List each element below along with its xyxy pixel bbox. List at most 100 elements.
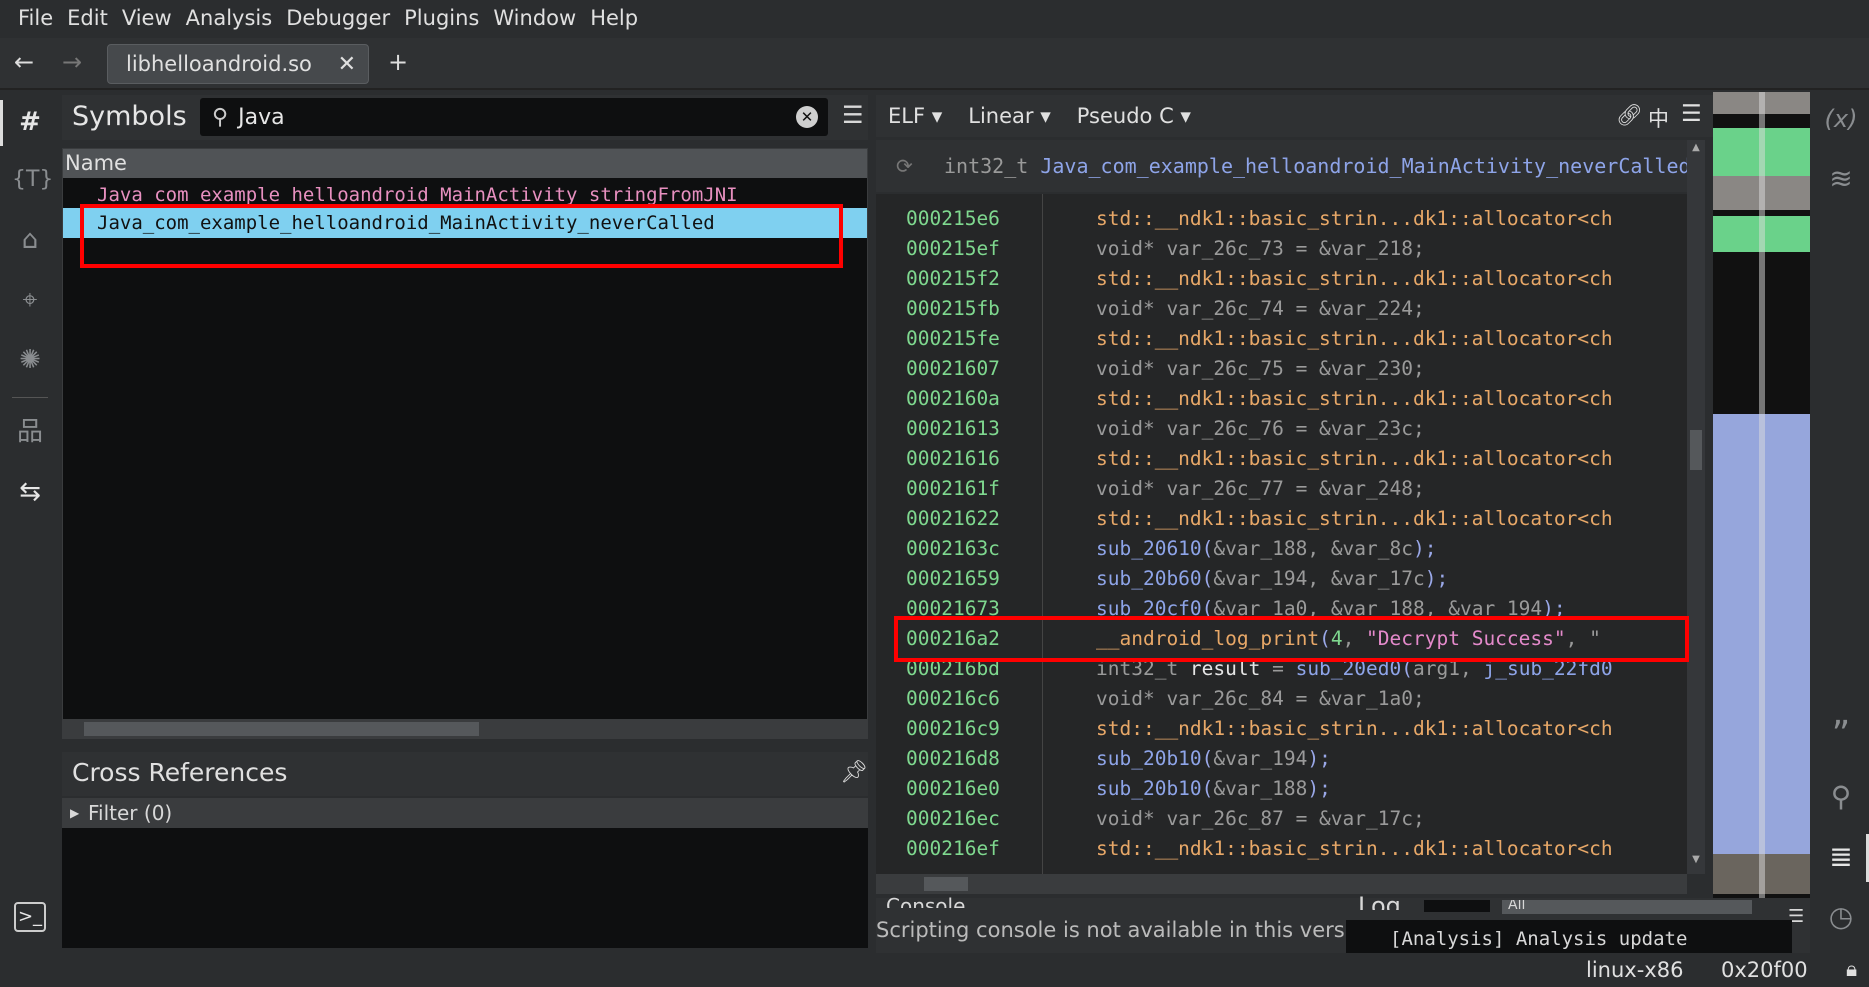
view-type-dropdown[interactable]: ELF ▾ xyxy=(888,104,942,128)
code-address[interactable]: 00021622 xyxy=(906,504,1000,534)
code-address[interactable]: 00021659 xyxy=(906,564,1000,594)
menu-plugins[interactable]: Plugins xyxy=(400,6,489,30)
code-address[interactable]: 000215fe xyxy=(906,324,1000,354)
code-line[interactable]: 000216c9 std::__ndk1::basic_strin...dk1::… xyxy=(876,714,1687,744)
code-line[interactable]: 0002160a std::__ndk1::basic_strin...dk1::… xyxy=(876,384,1687,414)
code-line[interactable]: 000216bd int32_t result = sub_20ed0(arg1,… xyxy=(876,654,1687,684)
back-arrow-icon[interactable]: ← xyxy=(14,48,34,76)
refresh-icon[interactable]: ⟳ xyxy=(896,140,913,192)
code-line[interactable]: 000215e6 std::__ndk1::basic_strin...dk1::… xyxy=(876,204,1687,234)
code-address[interactable]: 000216ec xyxy=(906,804,1000,834)
scroll-up-icon[interactable]: ▲ xyxy=(1689,142,1703,158)
menu-debugger[interactable]: Debugger xyxy=(282,6,400,30)
symbols-hash-icon[interactable]: # xyxy=(12,104,48,140)
expand-triangle-icon[interactable]: ▶ xyxy=(70,798,79,828)
symbols-horizontal-scrollbar[interactable] xyxy=(62,719,868,739)
symbol-row-selected[interactable]: Java_com_example_helloandroid_MainActivi… xyxy=(63,208,867,238)
comments-quote-icon[interactable]: ” xyxy=(1822,716,1860,754)
code-line[interactable]: 00021622 std::__ndk1::basic_strin...dk1::… xyxy=(876,504,1687,534)
code-line[interactable]: 000215fb void* var_26c_74 = &var_224; xyxy=(876,294,1687,324)
history-icon[interactable]: ◷ xyxy=(1822,898,1860,936)
options-menu-icon[interactable]: ☰ xyxy=(1681,101,1702,127)
code-line[interactable]: 000216c6 void* var_26c_84 = &var_1a0; xyxy=(876,684,1687,714)
code-address[interactable]: 000216bd xyxy=(906,654,1000,684)
search-icon[interactable]: ⚲ xyxy=(1822,778,1860,816)
code-address[interactable]: 000216ef xyxy=(906,834,1000,864)
platform-label[interactable]: linux-x86 xyxy=(1586,958,1683,982)
log-level-dropdown[interactable]: All xyxy=(1502,900,1752,914)
link-icon[interactable]: 🔗︎ xyxy=(1616,103,1643,128)
types-icon[interactable]: {T} xyxy=(12,162,53,198)
code-address[interactable]: 0002161f xyxy=(906,474,1000,504)
clear-search-icon[interactable]: ✕ xyxy=(796,106,818,128)
split-view-icon[interactable]: 中 xyxy=(1648,103,1669,133)
hierarchy-icon[interactable]: 品 xyxy=(12,414,48,450)
feature-map[interactable] xyxy=(1713,92,1810,898)
code-address[interactable]: 000215e6 xyxy=(906,204,1000,234)
log-search-input[interactable] xyxy=(1424,900,1490,912)
code-line[interactable]: 00021607 void* var_26c_75 = &var_230; xyxy=(876,354,1687,384)
code-address[interactable]: 000215f2 xyxy=(906,264,1000,294)
code-address[interactable]: 000216d8 xyxy=(906,744,1000,774)
code-address[interactable]: 000216a2 xyxy=(906,624,1000,654)
code-address[interactable]: 000215fb xyxy=(906,294,1000,324)
code-line[interactable]: 000216ec void* var_26c_87 = &var_17c; xyxy=(876,804,1687,834)
code-address[interactable]: 000216e0 xyxy=(906,774,1000,804)
code-line[interactable]: 000215f2 std::__ndk1::basic_strin...dk1::… xyxy=(876,264,1687,294)
code-vertical-scrollbar[interactable]: ▲ ▼ xyxy=(1687,140,1705,874)
code-address[interactable]: 0002160a xyxy=(906,384,1000,414)
code-line[interactable]: 0002161f void* var_26c_77 = &var_248; xyxy=(876,474,1687,504)
forward-arrow-icon[interactable]: → xyxy=(62,48,82,76)
code-line[interactable]: 000216e0 sub_20b10(&var_188); xyxy=(876,774,1687,804)
code-line[interactable]: 000216a2 __android_log_print(4, "Decrypt … xyxy=(876,624,1687,654)
location-pin-icon[interactable]: ⌖ xyxy=(12,282,48,318)
menu-edit[interactable]: Edit xyxy=(63,6,118,30)
code-line[interactable]: 0002163c sub_20610(&var_188, &var_8c); xyxy=(876,534,1687,564)
hamburger-menu-icon[interactable]: ☰ xyxy=(842,101,864,129)
code-line[interactable]: 00021616 std::__ndk1::basic_strin...dk1::… xyxy=(876,444,1687,474)
view-mode-dropdown[interactable]: Linear ▾ xyxy=(968,104,1050,128)
code-address[interactable]: 00021673 xyxy=(906,594,1000,624)
code-address[interactable]: 00021613 xyxy=(906,414,1000,444)
code-line[interactable]: 00021659 sub_20b60(&var_194, &var_17c); xyxy=(876,564,1687,594)
code-line[interactable]: 000216ef std::__ndk1::basic_strin...dk1::… xyxy=(876,834,1687,864)
tab-libhelloandroid[interactable]: libhelloandroid.so ✕ xyxy=(107,44,369,84)
symbol-row[interactable]: Java_com_example_helloandroid_MainActivi… xyxy=(63,184,867,208)
code-line[interactable]: 00021673 sub_20cf0(&var_1a0, &var_188, &v… xyxy=(876,594,1687,624)
function-name[interactable]: Java_com_example_helloandroid_MainActivi… xyxy=(1040,154,1687,178)
code-address[interactable]: 000215ef xyxy=(906,234,1000,264)
tag-icon[interactable]: ⌂ xyxy=(12,222,48,258)
menu-view[interactable]: View xyxy=(118,6,182,30)
code-line[interactable]: 000215fe std::__ndk1::basic_strin...dk1::… xyxy=(876,324,1687,354)
menu-file[interactable]: File xyxy=(14,6,63,30)
cross-reference-icon[interactable]: ⇆ xyxy=(12,474,48,510)
close-icon[interactable]: ✕ xyxy=(338,52,356,77)
text-lines-icon[interactable]: ≣ xyxy=(1822,838,1860,876)
current-address[interactable]: 0x20f00 xyxy=(1721,958,1808,982)
scroll-down-icon[interactable]: ▼ xyxy=(1689,854,1703,870)
variables-icon[interactable]: (x) xyxy=(1822,100,1860,138)
menu-help[interactable]: Help xyxy=(586,6,648,30)
new-tab-button[interactable]: + xyxy=(388,48,408,76)
symbol-search-input[interactable]: ⚲ Java ✕ xyxy=(200,98,828,136)
code-address[interactable]: 0002163c xyxy=(906,534,1000,564)
code-address[interactable]: 000216c9 xyxy=(906,714,1000,744)
code-line[interactable]: 000216d8 sub_20b10(&var_194); xyxy=(876,744,1687,774)
code-address[interactable]: 00021607 xyxy=(906,354,1000,384)
code-address[interactable]: 000216c6 xyxy=(906,684,1000,714)
code-line[interactable]: 000215ef void* var_26c_73 = &var_218; xyxy=(876,234,1687,264)
layers-icon[interactable]: ≋ xyxy=(1822,160,1860,198)
lock-icon[interactable]: 🔒︎ xyxy=(1846,957,1857,982)
debugger-bug-icon[interactable]: ✺ xyxy=(12,342,48,378)
code-address[interactable]: 00021616 xyxy=(906,444,1000,474)
code-horizontal-scrollbar[interactable] xyxy=(876,874,1687,894)
language-dropdown[interactable]: Pseudo C ▾ xyxy=(1077,104,1191,128)
column-header-name[interactable]: Name xyxy=(63,149,867,178)
xref-filter[interactable]: ▶ Filter (0) xyxy=(62,798,868,828)
terminal-icon[interactable]: >_ xyxy=(14,902,46,932)
menu-analysis[interactable]: Analysis xyxy=(182,6,283,30)
pin-icon[interactable]: 📌︎ xyxy=(840,760,868,785)
menu-window[interactable]: Window xyxy=(489,6,586,30)
pseudo-c-code-view[interactable]: 000215e6 std::__ndk1::basic_strin...dk1::… xyxy=(876,194,1687,874)
code-line[interactable]: 00021613 void* var_26c_76 = &var_23c; xyxy=(876,414,1687,444)
